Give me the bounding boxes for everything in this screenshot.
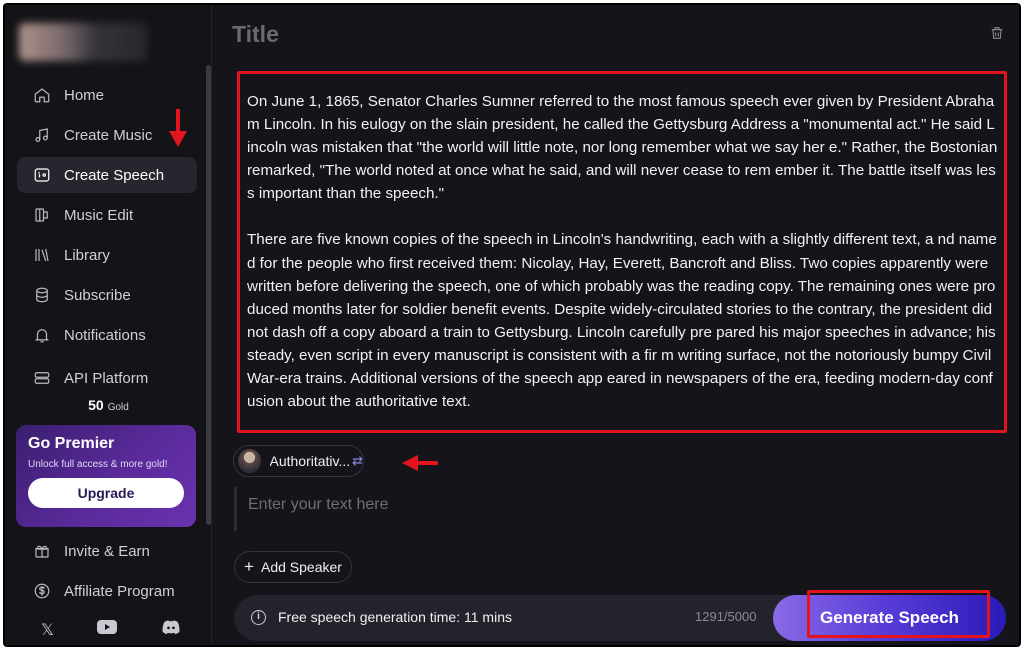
sidebar-item-label: Library xyxy=(64,246,110,264)
discord-icon[interactable] xyxy=(161,619,181,640)
upgrade-button[interactable]: Upgrade xyxy=(28,478,184,508)
sidebar-item-affiliate-program[interactable]: Affiliate Program xyxy=(17,573,197,609)
sidebar-item-music-edit[interactable]: Music Edit xyxy=(17,197,197,233)
text-input-indicator xyxy=(234,487,237,531)
sidebar-item-api-platform[interactable]: API Platform xyxy=(17,360,197,396)
sidebar-item-label: Affiliate Program xyxy=(64,582,175,600)
sidebar-item-library[interactable]: Library xyxy=(17,237,197,273)
character-counter: 1291/5000 xyxy=(695,609,757,624)
x-icon[interactable]: 𝕏 xyxy=(41,620,54,640)
generation-time-info: Free speech generation time: 11 mins xyxy=(278,609,512,625)
premier-card: Go Premier Unlock full access & more gol… xyxy=(16,425,196,527)
sidebar-item-label: API Platform xyxy=(64,369,149,387)
sidebar-bottom-nav: Invite & Earn Affiliate Program xyxy=(17,533,197,613)
sidebar-item-invite-earn[interactable]: Invite & Earn xyxy=(17,533,197,569)
gift-icon xyxy=(33,542,51,560)
speaker-avatar xyxy=(238,449,261,473)
editor-paragraph: There are five known copies of the speec… xyxy=(247,231,997,411)
sidebar-item-create-speech[interactable]: Create Speech xyxy=(17,157,197,193)
sidebar-item-label: Notifications xyxy=(64,326,146,344)
brand-logo[interactable] xyxy=(19,23,147,61)
library-icon xyxy=(33,246,51,264)
dollar-circle-icon xyxy=(33,582,51,600)
sidebar-item-notifications[interactable]: Notifications xyxy=(17,317,197,353)
gold-amount: 50 xyxy=(88,397,104,413)
swap-icon[interactable]: ⇄ xyxy=(352,453,363,469)
sidebar: Home Create Music Create Speech Music Ed… xyxy=(5,5,212,645)
sidebar-item-label: Invite & Earn xyxy=(64,542,150,560)
info-icon[interactable]: i xyxy=(251,610,266,625)
sidebar-item-label: Music Edit xyxy=(64,206,134,224)
plus-icon: + xyxy=(244,557,254,576)
api-section: API Platform xyxy=(17,360,197,400)
music-edit-icon xyxy=(33,206,51,224)
sidebar-item-home[interactable]: Home xyxy=(17,77,197,113)
sidebar-scrollbar[interactable] xyxy=(206,65,211,525)
generation-bar: i Free speech generation time: 11 mins 1… xyxy=(234,595,1006,641)
generate-speech-button[interactable]: Generate Speech xyxy=(773,595,1006,641)
gold-unit: Gold xyxy=(107,402,129,413)
database-icon xyxy=(33,286,51,304)
youtube-icon[interactable] xyxy=(97,619,118,640)
add-speaker-label: Add Speaker xyxy=(260,559,342,575)
premier-subtitle: Unlock full access & more gold! xyxy=(28,459,168,470)
bell-icon xyxy=(33,326,51,344)
speech-icon xyxy=(33,166,51,184)
annotation-arrow-down-icon xyxy=(169,109,187,147)
annotation-arrow-left-icon xyxy=(402,455,438,471)
home-icon xyxy=(33,86,51,104)
sidebar-item-label: Create Speech xyxy=(64,166,165,184)
speaker-selector[interactable]: Authoritativ... ⇄ xyxy=(233,445,364,477)
speech-text-editor[interactable]: On June 1, 1865, Senator Charles Sumner … xyxy=(237,71,1007,433)
editor-paragraph: On June 1, 1865, Senator Charles Sumner … xyxy=(247,93,998,203)
app-window: Home Create Music Create Speech Music Ed… xyxy=(3,3,1021,647)
add-speaker-button[interactable]: + Add Speaker xyxy=(234,551,352,583)
sidebar-item-label: Home xyxy=(64,86,105,104)
trash-icon[interactable] xyxy=(989,25,1005,41)
sidebar-item-label: Create Music xyxy=(64,126,153,144)
page-title[interactable]: Title xyxy=(232,21,279,48)
sidebar-item-label: Subscribe xyxy=(64,286,131,304)
speaker-name: Authoritativ... xyxy=(269,453,351,469)
text-input[interactable] xyxy=(248,492,988,518)
sidebar-item-subscribe[interactable]: Subscribe xyxy=(17,277,197,313)
server-icon xyxy=(33,369,51,387)
gold-balance: 50 Gold xyxy=(5,397,212,413)
premier-title: Go Premier xyxy=(28,435,115,452)
music-note-icon xyxy=(33,126,51,144)
social-links: 𝕏 xyxy=(41,619,181,640)
